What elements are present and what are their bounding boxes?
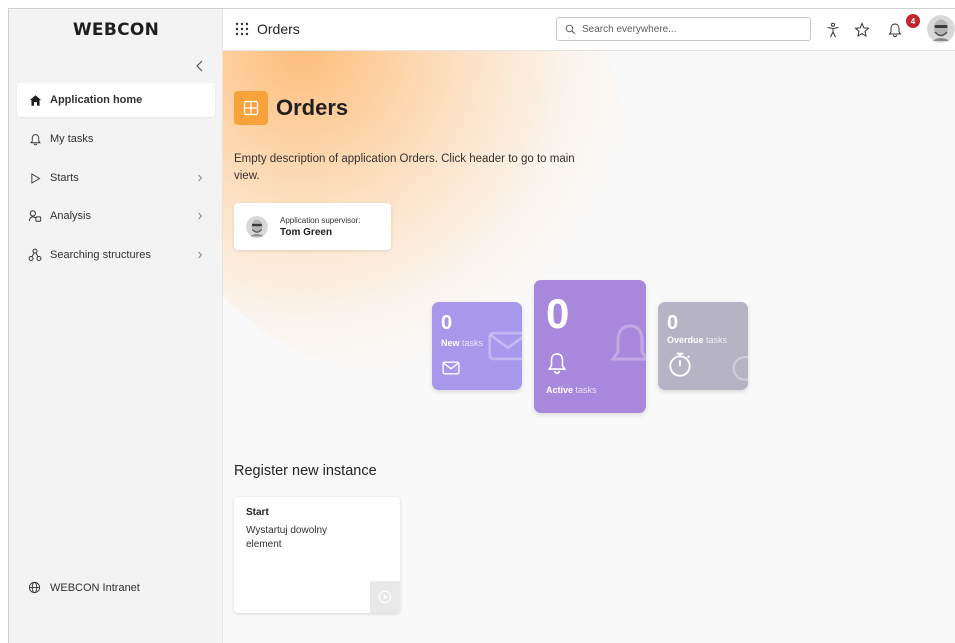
new-tasks-tile[interactable]: 0 New tasks [432, 302, 522, 390]
search-input[interactable] [582, 23, 802, 35]
bell-icon [28, 132, 42, 146]
envelope-watermark-icon [488, 331, 522, 361]
start-play-button[interactable] [370, 581, 400, 613]
new-tasks-label: New tasks [441, 338, 484, 348]
application-title[interactable]: Orders [276, 95, 348, 121]
chevron-right-icon [198, 174, 203, 182]
overdue-tasks-count: 0 [667, 312, 679, 334]
sidebar-item-my-tasks[interactable]: My tasks [17, 122, 215, 156]
bell-icon [547, 353, 567, 374]
search-icon [565, 24, 576, 34]
supervisor-label: Application supervisor: [280, 215, 361, 225]
stopwatch-icon [669, 352, 691, 377]
home-icon [28, 93, 42, 107]
structure-icon [28, 248, 42, 262]
user-avatar[interactable] [927, 15, 955, 43]
application-header[interactable]: Orders [234, 91, 348, 125]
start-instance-card[interactable]: Start Wystartuj dowolny element [234, 497, 400, 613]
chevron-right-icon [198, 251, 203, 259]
start-card-description: Wystartuj dowolny element [246, 525, 328, 550]
stopwatch-watermark-icon [732, 356, 748, 381]
collapse-sidebar-icon[interactable] [192, 58, 208, 74]
app-window: WEBCON Application home My tasks Starts [8, 8, 955, 643]
topbar-app-title[interactable]: Orders [257, 21, 300, 37]
sidebar-item-label: Searching structures [50, 249, 151, 261]
global-search[interactable] [556, 17, 811, 41]
sidebar-item-label: WEBCON Intranet [50, 582, 140, 594]
app-launcher-icon[interactable] [235, 22, 249, 36]
sidebar: WEBCON Application home My tasks Starts [9, 9, 223, 643]
sidebar-item-webcon-intranet[interactable]: WEBCON Intranet [17, 571, 215, 605]
application-description[interactable]: Empty description of application Orders.… [234, 151, 589, 185]
notifications-bell-icon[interactable] [886, 21, 904, 39]
webcon-logo[interactable]: WEBCON [9, 9, 223, 51]
play-circle-icon [378, 590, 392, 604]
start-card-title: Start [246, 507, 269, 518]
globe-icon [28, 581, 42, 595]
top-bar: Orders 4 [223, 9, 955, 51]
analysis-icon [28, 209, 42, 223]
envelope-icon [442, 361, 460, 375]
register-new-instance-heading: Register new instance [234, 463, 377, 479]
sidebar-item-analysis[interactable]: Analysis [17, 199, 215, 233]
bell-watermark-icon [610, 324, 646, 361]
sidebar-item-label: Application home [50, 94, 143, 106]
active-tasks-tile[interactable]: 0 Active tasks [534, 280, 646, 413]
sidebar-item-label: Starts [50, 172, 79, 184]
overdue-tasks-label: Overdue tasks [667, 335, 728, 345]
sidebar-item-label: My tasks [50, 133, 94, 145]
application-supervisor-card[interactable]: Application supervisor: Tom Green [234, 203, 391, 250]
accessibility-icon[interactable] [824, 21, 842, 39]
sidebar-item-searching-structures[interactable]: Searching structures [17, 238, 215, 272]
main-content: Orders Empty description of application … [223, 51, 955, 643]
supervisor-avatar [246, 215, 268, 238]
supervisor-name: Tom Green [280, 226, 333, 238]
sidebar-item-label: Analysis [50, 210, 91, 222]
notification-count-badge[interactable]: 4 [906, 14, 920, 28]
new-tasks-count: 0 [441, 312, 453, 334]
star-icon[interactable] [853, 21, 871, 39]
play-icon [28, 171, 42, 185]
chevron-right-icon [198, 212, 203, 220]
active-tasks-label: Active tasks [546, 385, 597, 395]
active-tasks-count: 0 [546, 290, 570, 337]
application-icon [234, 91, 268, 125]
sidebar-item-starts[interactable]: Starts [17, 161, 215, 195]
overdue-tasks-tile[interactable]: 0 Overdue tasks [658, 302, 748, 390]
sidebar-item-application-home[interactable]: Application home [17, 83, 215, 117]
